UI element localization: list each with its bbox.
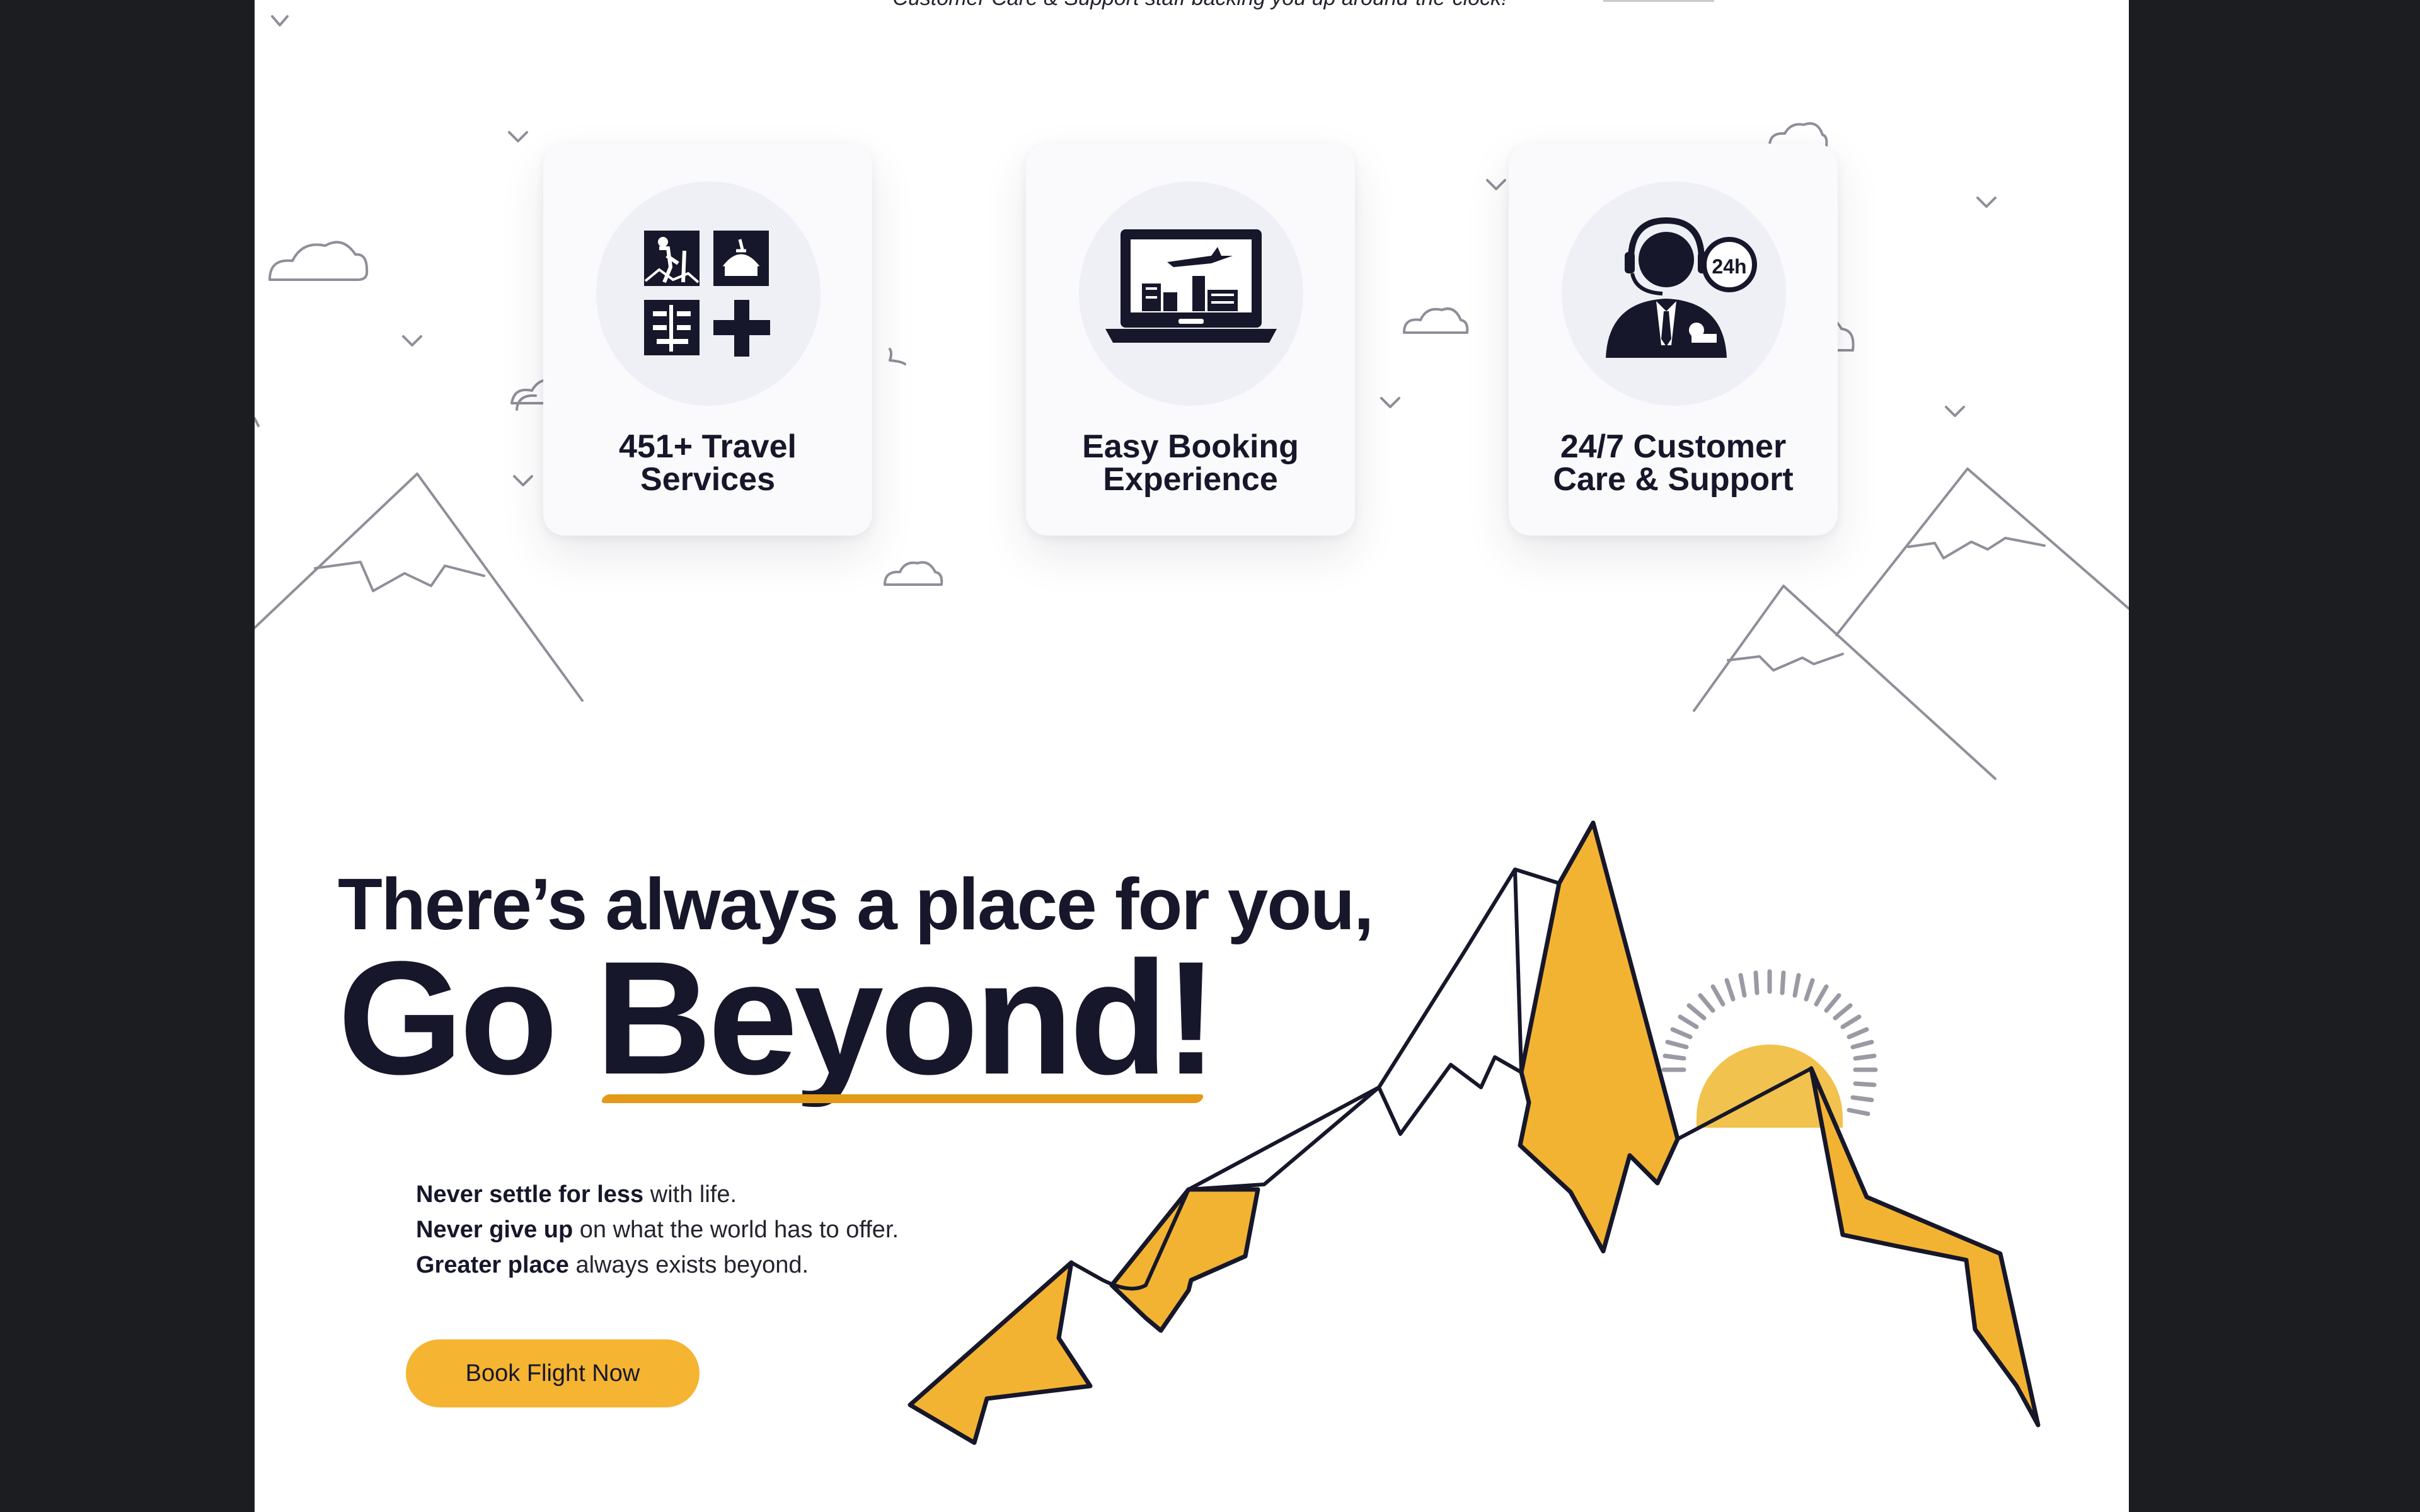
- book-flight-button[interactable]: Book Flight Now: [406, 1339, 700, 1407]
- tagline-emphasis: Never give up: [416, 1217, 573, 1243]
- tagline-line: Never settle for less with life.: [416, 1177, 899, 1212]
- sun-icon: [1661, 969, 1878, 1128]
- tagline-text: with life.: [643, 1181, 737, 1208]
- hero-tagline: Never settle for less with life. Never g…: [416, 1177, 899, 1283]
- tagline-emphasis: Greater place: [416, 1252, 569, 1278]
- page: Customer Care & Support staff backing yo…: [255, 0, 2129, 1512]
- hero-title-go: Go: [338, 928, 558, 1108]
- tagline-line: Never give up on what the world has to o…: [416, 1212, 899, 1247]
- hero-title: Go Beyond!: [338, 937, 1218, 1099]
- tagline-emphasis: Never settle for less: [416, 1181, 644, 1208]
- hero-title-beyond: Beyond!: [595, 928, 1218, 1108]
- title-underline: [599, 1094, 1206, 1103]
- mountain-illustration: [908, 820, 2041, 1445]
- tagline-line: Greater place always exists beyond.: [416, 1247, 899, 1283]
- tagline-text: always exists beyond.: [568, 1252, 809, 1278]
- tagline-text: on what the world has to offer.: [573, 1217, 899, 1243]
